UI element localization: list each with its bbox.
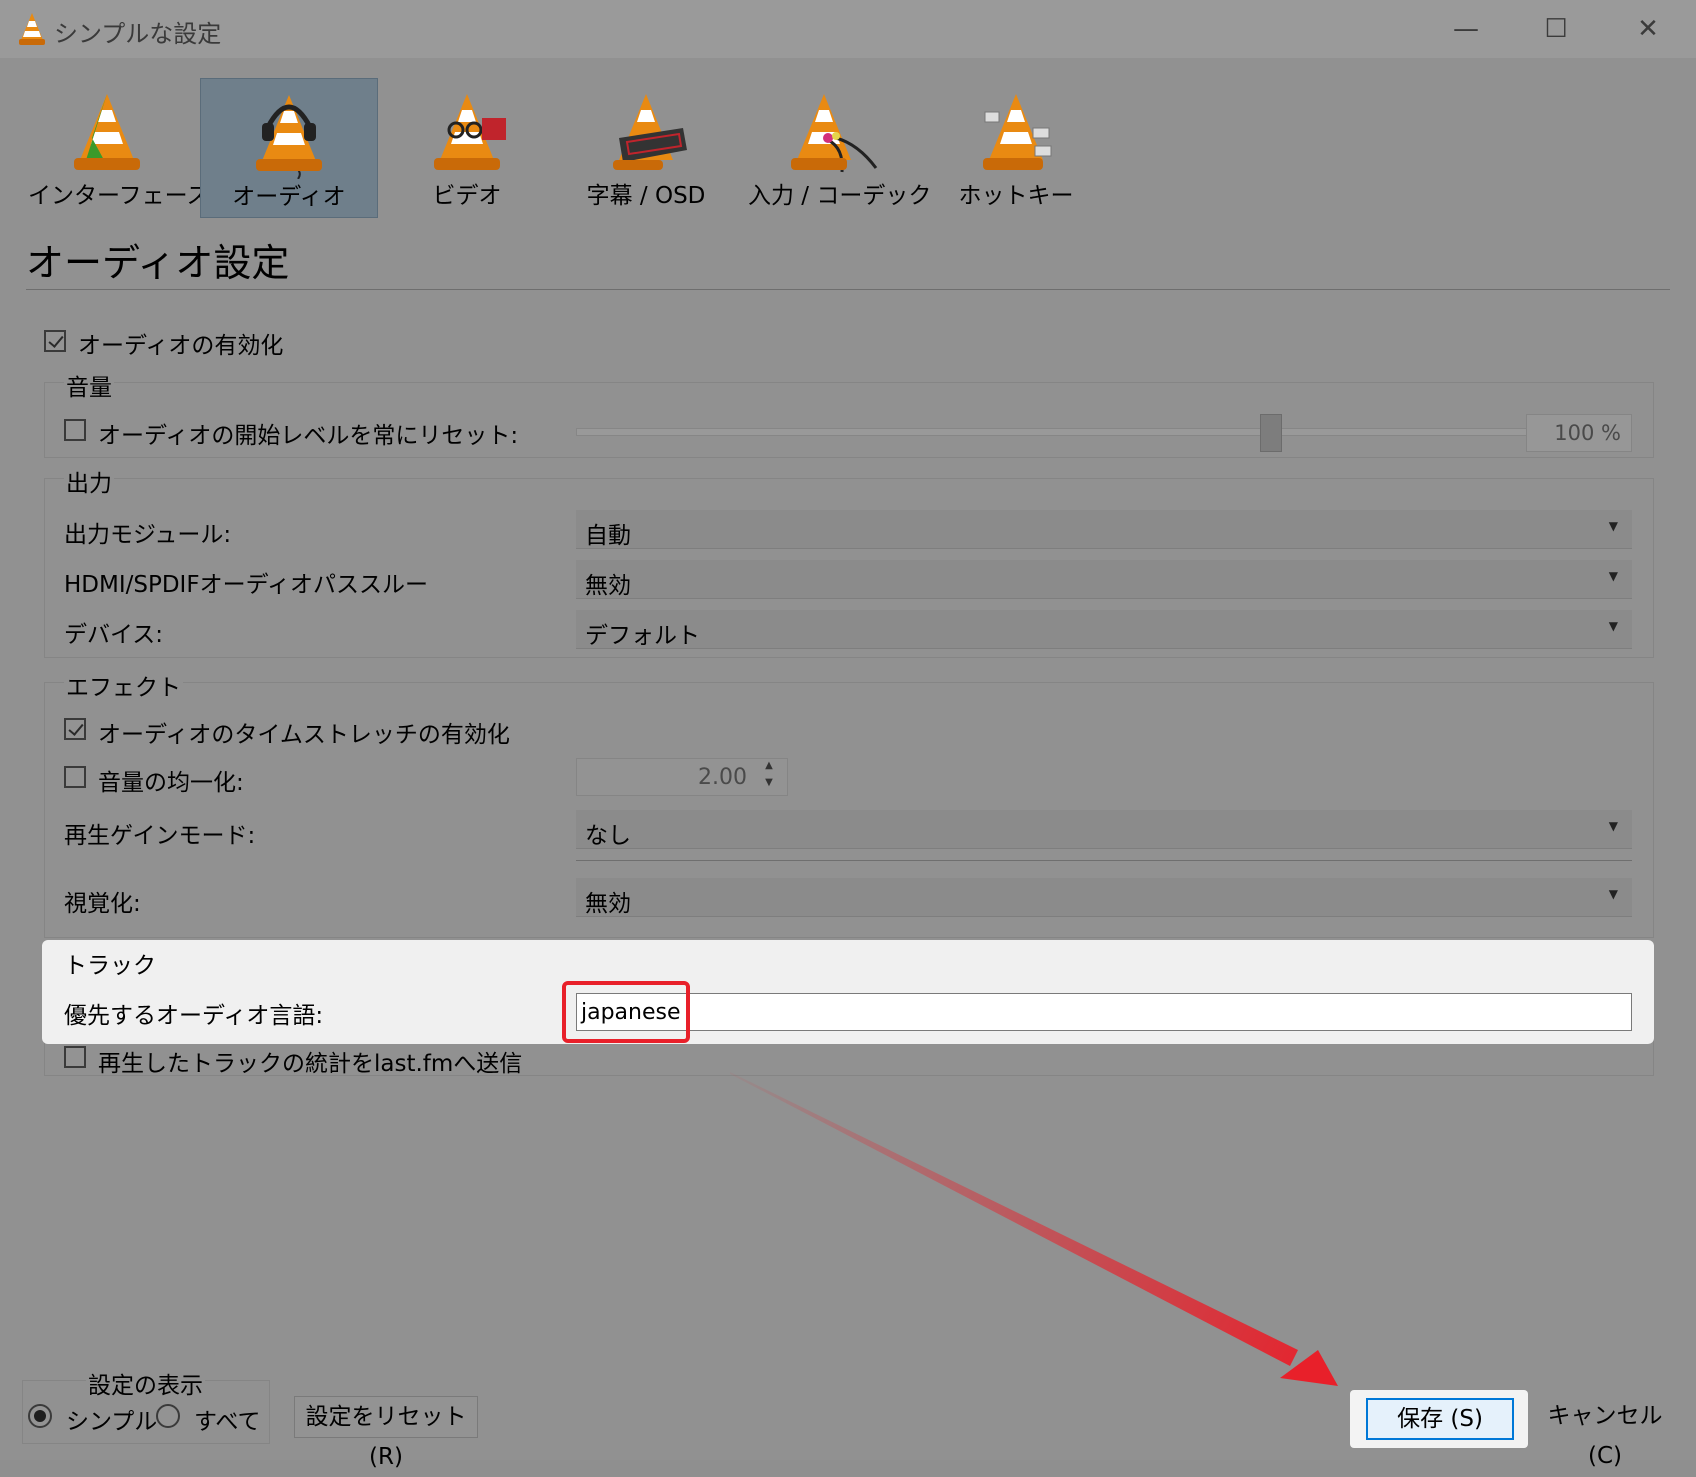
category-label: ビデオ — [432, 183, 502, 209]
interface-cone-icon — [74, 94, 140, 170]
normalize-label: 音量の均一化: — [98, 770, 244, 796]
device-select[interactable]: デフォルト ▼ — [576, 610, 1632, 649]
volume-slider-handle[interactable] — [1259, 414, 1282, 452]
reset-volume-label: オーディオの開始レベルを常にリセット: — [98, 423, 519, 449]
category-label: オーディオ — [232, 184, 346, 210]
close-button[interactable]: ✕ — [1618, 8, 1678, 50]
category-interface[interactable]: インターフェース — [28, 78, 210, 216]
minimize-icon: — — [1453, 14, 1479, 44]
view-mode-title: 設定の表示 — [86, 1366, 205, 1400]
normalize-checkbox[interactable] — [64, 766, 86, 788]
page-heading: オーディオ設定 — [26, 241, 290, 285]
category-label: ホットキー — [958, 183, 1074, 209]
cancel-button[interactable]: キャンセル (C) — [1532, 1396, 1678, 1469]
passthrough-label: HDMI/SPDIFオーディオパススルー — [64, 572, 428, 598]
category-hotkeys[interactable]: ホットキー — [952, 78, 1080, 216]
spin-up-icon[interactable]: ▲ — [757, 760, 781, 777]
audio-language-input[interactable]: japanese — [576, 993, 1632, 1031]
timestretch-checkbox[interactable] — [64, 718, 86, 740]
chevron-down-icon: ▼ — [1608, 569, 1618, 583]
lastfm-checkbox[interactable] — [64, 1046, 86, 1068]
timestretch-label: オーディオのタイムストレッチの有効化 — [98, 722, 510, 748]
effects-divider — [576, 860, 1632, 861]
visualization-label: 視覚化: — [64, 891, 141, 917]
replaygain-select[interactable]: なし ▼ — [576, 810, 1632, 849]
title-bar: シンプルな設定 — ☐ ✕ — [0, 0, 1696, 58]
reset-settings-button[interactable]: 設定をリセット (R) — [294, 1396, 478, 1470]
category-audio[interactable]: オーディオ — [200, 78, 378, 218]
chevron-down-icon: ▼ — [1608, 819, 1618, 833]
output-module-select[interactable]: 自動 ▼ — [576, 510, 1632, 549]
chevron-down-icon: ▼ — [1608, 887, 1618, 901]
output-module-label: 出力モジュール: — [64, 522, 232, 548]
simple-mode-label: シンプル — [66, 1409, 158, 1435]
select-value: デフォルト — [585, 623, 700, 649]
preferences-window: シンプルな設定 — ☐ ✕ インターフェース オーディオ ビデオ 字幕 / OS… — [0, 0, 1696, 1470]
device-label: デバイス: — [64, 622, 164, 648]
vlc-app-icon — [19, 13, 45, 45]
heading-divider — [26, 289, 1670, 290]
category-video[interactable]: ビデオ — [392, 78, 542, 216]
audio-language-label: 優先するオーディオ言語: — [64, 1003, 324, 1029]
reset-volume-checkbox[interactable] — [64, 419, 86, 441]
volume-value-field[interactable]: 100 % — [1526, 414, 1632, 452]
select-value: 無効 — [585, 891, 631, 917]
spin-down-icon[interactable]: ▼ — [757, 777, 781, 794]
save-button[interactable]: 保存 (S) — [1366, 1398, 1514, 1440]
close-icon: ✕ — [1637, 14, 1659, 44]
select-value: 無効 — [585, 573, 631, 599]
tracks-group-title: トラック — [64, 953, 156, 979]
normalize-spinbox[interactable]: 2.00 ▲ ▼ — [576, 758, 788, 796]
category-label: 字幕 / OSD — [586, 183, 706, 209]
select-value: なし — [585, 823, 631, 849]
effects-group-title: エフェクト — [64, 668, 183, 702]
replaygain-label: 再生ゲインモード: — [64, 823, 256, 849]
window-title: シンプルな設定 — [54, 20, 222, 48]
highlight-box — [562, 981, 690, 1043]
enable-audio-label: オーディオの有効化 — [78, 333, 284, 359]
audio-cone-icon — [256, 95, 322, 179]
spinbox-value: 2.00 — [698, 765, 747, 790]
all-mode-radio[interactable] — [156, 1404, 180, 1428]
simple-mode-radio[interactable] — [28, 1404, 52, 1428]
volume-group-title: 音量 — [64, 368, 114, 402]
category-subtitles-osd[interactable]: 字幕 / OSD — [566, 78, 726, 216]
category-input-codec[interactable]: 入力 / コーデック — [748, 78, 932, 216]
select-value: 自動 — [585, 523, 631, 549]
output-group-title: 出力 — [64, 464, 114, 498]
subtitle-cone-icon — [613, 94, 687, 170]
codec-cone-icon — [791, 94, 878, 173]
save-highlight: 保存 (S) — [1350, 1390, 1528, 1448]
passthrough-select[interactable]: 無効 ▼ — [576, 560, 1632, 599]
chevron-down-icon: ▼ — [1608, 519, 1618, 533]
all-mode-label: すべて — [194, 1409, 261, 1435]
minimize-button[interactable]: — — [1436, 8, 1496, 50]
hotkey-cone-icon — [983, 94, 1052, 170]
category-label: インターフェース — [28, 183, 210, 209]
maximize-button[interactable]: ☐ — [1526, 8, 1586, 50]
visualization-select[interactable]: 無効 ▼ — [576, 878, 1632, 917]
volume-slider-track[interactable] — [576, 428, 1528, 436]
chevron-down-icon: ▼ — [1608, 619, 1618, 633]
enable-audio-checkbox[interactable] — [44, 330, 66, 352]
video-cone-icon — [434, 94, 506, 170]
lastfm-label: 再生したトラックの統計をlast.fmへ送信 — [98, 1051, 523, 1077]
category-label: 入力 / コーデック — [748, 183, 932, 209]
maximize-icon: ☐ — [1544, 14, 1568, 44]
